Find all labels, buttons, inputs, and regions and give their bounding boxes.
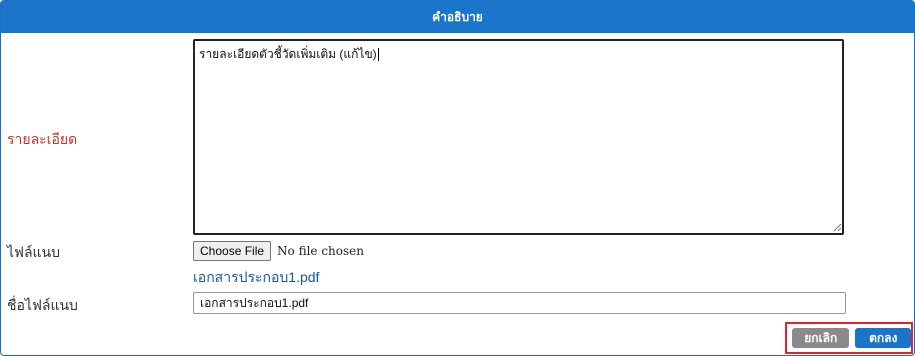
text-caret (377, 48, 379, 62)
cancel-button[interactable]: ยกเลิก (792, 328, 850, 348)
detail-textarea-value: รายละเอียดตัวชี้วัดเพิ่มเติม (แก้ไข) (199, 47, 377, 61)
dialog: คำอธิบาย รายละเอียด รายละเอียดตัวชี้วัดเ… (0, 0, 915, 356)
dialog-title: คำอธิบาย (432, 9, 483, 24)
detail-label: รายละเอียด (7, 131, 78, 147)
attachment-label: ไฟล์แนบ (7, 244, 61, 260)
attachment-name-value: เอกสารประกอบ1.pdf (200, 295, 309, 310)
no-file-text: No file chosen (277, 244, 364, 258)
file-picker: Choose File No file chosen (193, 241, 364, 261)
choose-file-button[interactable]: Choose File (193, 241, 272, 261)
attached-file-link[interactable]: เอกสารประกอบ1.pdf (193, 267, 319, 289)
detail-textarea[interactable]: รายละเอียดตัวชี้วัดเพิ่มเติม (แก้ไข) (193, 39, 844, 235)
resize-grip-icon[interactable] (833, 223, 842, 232)
action-buttons-group: ยกเลิก ตกลง (785, 322, 913, 354)
dialog-header: คำอธิบาย (1, 1, 914, 33)
ok-button[interactable]: ตกลง (855, 328, 911, 348)
attachment-name-input[interactable]: เอกสารประกอบ1.pdf (193, 292, 846, 314)
attachment-name-label: ชื่อไฟล์แนบ (7, 297, 78, 313)
